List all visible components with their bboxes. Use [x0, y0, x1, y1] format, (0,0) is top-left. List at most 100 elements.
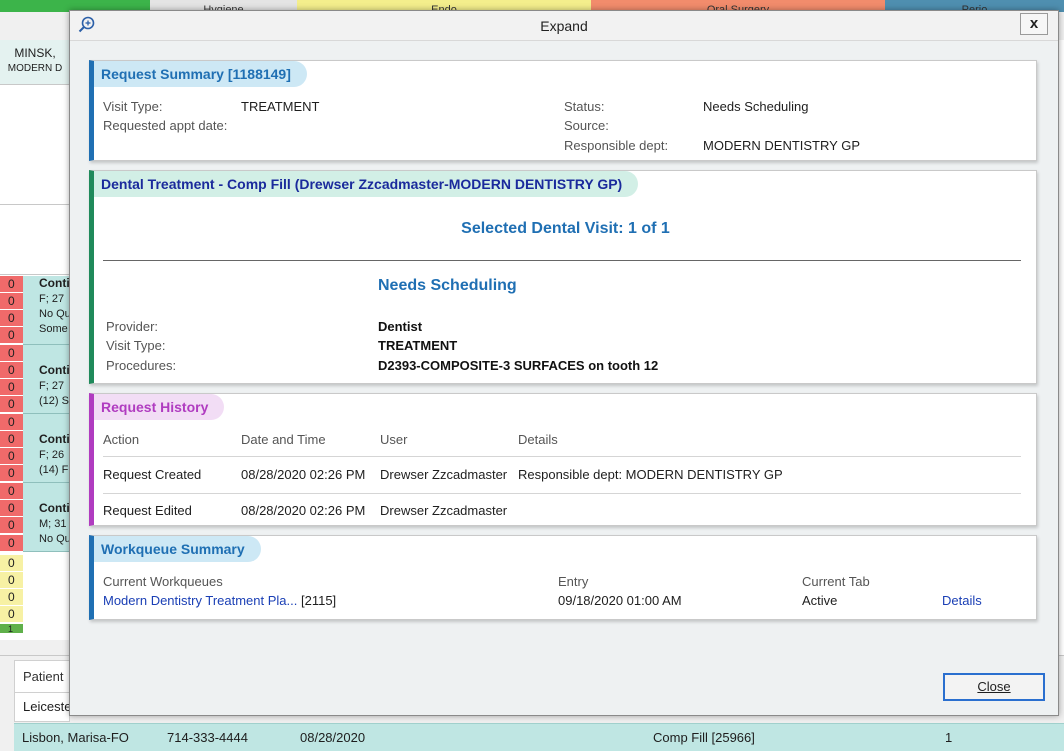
row-count: 1 [945, 730, 953, 745]
slot-count: 0 [0, 431, 23, 448]
dental-visit-type-value: TREATMENT [378, 338, 458, 353]
appt-line: M; 31 [39, 518, 67, 530]
expand-dialog: Expand x Request Summary [1188149] Visit… [69, 10, 1059, 716]
appt-line: No Qu [39, 308, 70, 320]
procedures-value: D2393-COMPOSITE-3 SURFACES on tooth 12 [378, 358, 659, 373]
slot-count: 0 [0, 606, 23, 623]
patient-column-header[interactable]: Patient [15, 661, 69, 693]
slot-count: 0 [0, 276, 23, 293]
entry-value: 09/18/2020 01:00 AM [558, 593, 682, 608]
source-label: Source: [564, 118, 609, 133]
appt-title: Conti [39, 432, 70, 446]
history-details: Responsible dept: MODERN DENTISTRY GP [518, 467, 783, 482]
requested-date-label: Requested appt date: [103, 118, 228, 133]
dental-visit-type-label: Visit Type: [106, 338, 166, 353]
current-workqueues-label: Current Workqueues [103, 574, 223, 589]
procedures-label: Procedures: [106, 358, 177, 373]
workqueue-summary-card: Workqueue Summary Current Workqueues Mod… [89, 535, 1037, 620]
slot-count: 0 [0, 379, 23, 396]
visit-type-value: TREATMENT [241, 99, 320, 114]
appt-line: F; 27 [39, 380, 65, 392]
close-x-button[interactable]: x [1020, 13, 1048, 35]
slot-count: 0 [0, 293, 23, 310]
current-workqueue-value: Modern Dentistry Treatment Pla... [2115] [103, 593, 336, 608]
appt-line: (12) S [39, 395, 69, 407]
provider-column-header[interactable]: MINSK, MODERN D [0, 40, 70, 85]
provider-label: Provider: [106, 319, 159, 334]
slot-count: 0 [0, 414, 23, 431]
appt-line: F; 26 [39, 449, 65, 461]
request-history-card: Request History Action Date and Time Use… [89, 393, 1037, 526]
appt-line: No Qu [39, 533, 70, 545]
history-user: Drewser Zzcadmaster [380, 467, 508, 482]
slot-count: 0 [0, 589, 23, 606]
time-slot[interactable] [0, 205, 70, 275]
row-phone: 714-333-4444 [167, 730, 248, 745]
column-action: Action [103, 432, 140, 447]
request-history-header: Request History [94, 394, 225, 420]
responsible-dept-value: MODERN DENTISTRY GP [703, 138, 860, 153]
column-date-time: Date and Time [241, 432, 326, 447]
history-user: Drewser Zzcadmaster [380, 503, 508, 518]
divider [103, 260, 1021, 261]
slot-count: 0 [0, 465, 23, 482]
slot-count: 0 [0, 396, 23, 413]
patient-cell[interactable]: Leiceste [15, 693, 71, 721]
slot-count: 0 [0, 555, 23, 572]
appt-line: Some [39, 323, 68, 335]
workqueue-link[interactable]: Modern Dentistry Treatment Pla... [103, 593, 297, 608]
appointment-block[interactable]: Conti F; 26 (14) F [23, 414, 70, 483]
selected-visit-title: Selected Dental Visit: 1 of 1 [461, 220, 670, 237]
appt-line: F; 27 [39, 293, 65, 305]
dialog-title: Expand [540, 18, 588, 34]
history-datetime: 08/28/2020 02:26 PM [241, 467, 366, 482]
selected-patient-row[interactable]: Lisbon, Marisa-FO 714-333-4444 08/28/202… [14, 723, 1064, 751]
appointment-block[interactable]: Conti F; 27 No Qu Some [23, 276, 70, 345]
current-tab-value: Active [802, 593, 838, 608]
provider-dept: MODERN D [7, 63, 63, 74]
provider-name: MINSK, [14, 46, 56, 60]
entry-label: Entry [558, 574, 589, 589]
appt-title: Conti [39, 276, 70, 290]
slot-count: 0 [0, 500, 23, 517]
dialog-titlebar[interactable]: Expand x [70, 11, 1058, 41]
visit-type-label: Visit Type: [103, 99, 163, 114]
dental-status-title: Needs Scheduling [378, 277, 517, 294]
status-value: Needs Scheduling [703, 99, 809, 114]
row-patient: Lisbon, Marisa-FO [22, 730, 129, 745]
slot-count: 0 [0, 535, 23, 552]
dental-treatment-header: Dental Treatment - Comp Fill (Drewser Zz… [94, 171, 639, 197]
close-button[interactable]: Close [943, 673, 1045, 701]
provider-value: Dentist [378, 319, 423, 334]
current-tab-label: Current Tab [802, 574, 870, 589]
appt-line: (14) F [39, 464, 69, 476]
row-date: 08/28/2020 [300, 730, 366, 745]
request-summary-card: Request Summary [1188149] Visit Type: TR… [89, 60, 1037, 161]
slot-count: 0 [0, 572, 23, 589]
divider [103, 456, 1021, 457]
divider [103, 493, 1021, 494]
appointment-block[interactable]: Conti M; 31 No Qu [23, 483, 70, 552]
patient-table: Patient Leiceste [14, 660, 71, 722]
slot-count: 0 [0, 327, 23, 344]
slot-count: 0 [0, 310, 23, 327]
request-summary-header: Request Summary [1188149] [94, 61, 307, 87]
history-action: Request Created [103, 467, 202, 482]
status-label: Status: [564, 99, 605, 114]
row-procedure: Comp Fill [25966] [653, 730, 755, 745]
slot-count: 0 [0, 345, 23, 362]
workqueue-id: [2115] [300, 593, 337, 608]
appointment-block[interactable]: Conti F; 27 (12) S [23, 345, 70, 414]
column-details: Details [518, 432, 558, 447]
details-link[interactable]: Details [942, 593, 982, 608]
slot-count: 1 [0, 624, 23, 634]
appt-title: Conti [39, 501, 70, 515]
history-datetime: 08/28/2020 02:26 PM [241, 503, 366, 518]
responsible-dept-label: Responsible dept: [564, 138, 669, 153]
dental-treatment-card: Dental Treatment - Comp Fill (Drewser Zz… [89, 170, 1037, 384]
time-slot[interactable] [0, 85, 70, 205]
column-user: User [380, 432, 408, 447]
slot-count: 0 [0, 362, 23, 379]
slot-count: 0 [0, 483, 23, 500]
close-icon: x [1029, 15, 1039, 32]
